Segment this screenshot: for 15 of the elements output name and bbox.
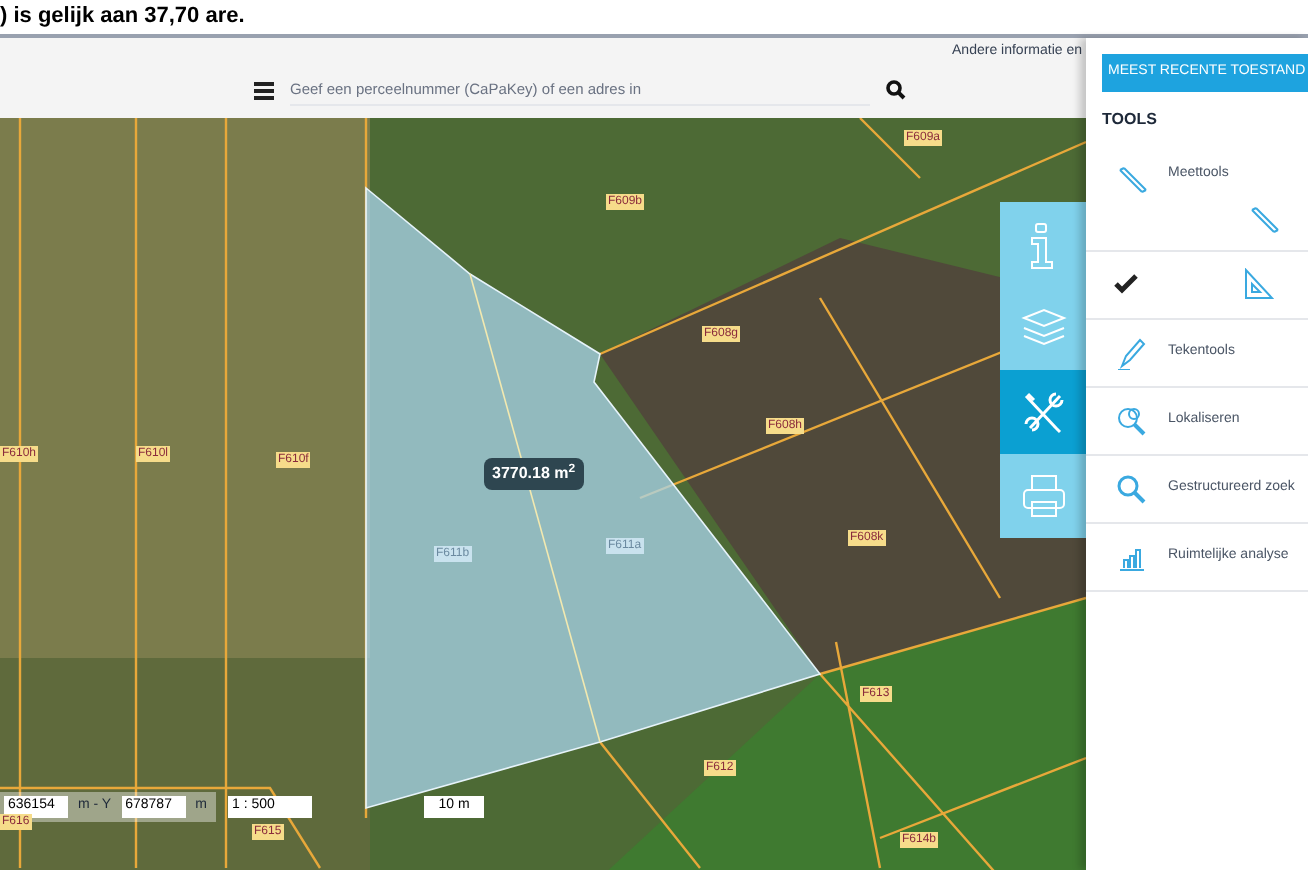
toolbar-button[interactable] [1000,202,1086,286]
zoom-magnifier-icon[interactable] [1114,403,1148,437]
toolbar-button[interactable] [1000,370,1086,454]
header-text: ) is gelijk aan 37,70 are. [0,2,245,33]
ruler-icon[interactable] [1114,163,1148,197]
toolbar-button[interactable] [1000,454,1086,538]
toolbar-button[interactable] [1000,286,1086,370]
search-icon[interactable] [886,80,906,100]
checkmark-icon[interactable] [1114,274,1138,294]
pencil-icon[interactable] [1114,335,1148,369]
tools-heading: TOOLS [1102,107,1159,131]
menu-icon[interactable] [254,81,274,99]
area-label: 3770.18 m$^{2}$ [484,458,584,490]
ruler-icon[interactable] [1246,203,1280,237]
printer-icon [1017,470,1069,522]
